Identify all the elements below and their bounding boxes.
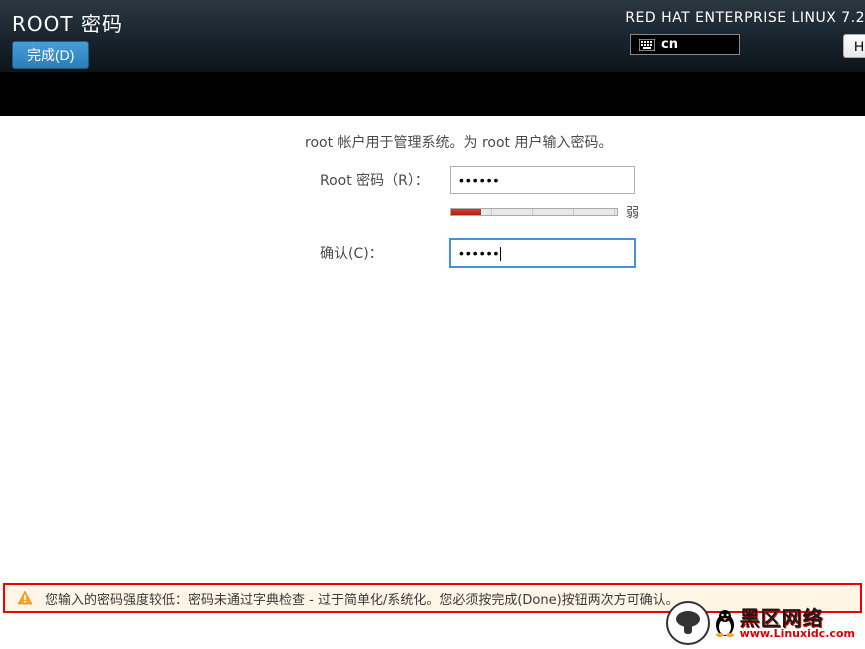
- penguin-icon: [714, 609, 736, 637]
- keyboard-layout-label: cn: [661, 37, 678, 52]
- warning-message: 您输入的密码强度较低：密码未通过字典检查 - 过于简单化/系统化。您必须按完成(…: [45, 589, 679, 608]
- main-content: root 帐户用于管理系统。为 root 用户输入密码。 Root 密码（R）：…: [0, 116, 865, 613]
- os-version-label: RED HAT ENTERPRISE LINUX 7.2: [625, 10, 865, 26]
- mushroom-logo-icon: [666, 601, 710, 645]
- watermark-text: 黑区网络 www.Linuxidc.com: [740, 608, 855, 639]
- password-strength-row: 弱: [450, 202, 845, 221]
- done-button[interactable]: 完成(D): [12, 41, 89, 69]
- keyboard-layout-selector[interactable]: cn: [630, 34, 740, 55]
- help-button[interactable]: H: [843, 34, 865, 58]
- installer-header: ROOT 密码 完成(D) RED HAT ENTERPRISE LINUX 7…: [0, 0, 865, 72]
- site-watermark: 黑区网络 www.Linuxidc.com: [666, 601, 855, 645]
- header-separator: [0, 72, 865, 116]
- intro-text: root 帐户用于管理系统。为 root 用户输入密码。: [305, 132, 845, 152]
- watermark-site-name: 黑区网络: [740, 608, 855, 628]
- confirm-label: 确认(C)：: [20, 243, 450, 263]
- keyboard-icon: [639, 39, 655, 51]
- confirm-password-input[interactable]: ••••••: [450, 239, 635, 267]
- password-label: Root 密码（R）：: [20, 170, 450, 190]
- watermark-site-url: www.Linuxidc.com: [740, 628, 855, 639]
- strength-meter-fill: [451, 209, 481, 215]
- root-password-input[interactable]: ••••••: [450, 166, 635, 194]
- password-row: Root 密码（R）： ••••••: [20, 166, 845, 194]
- warning-icon: [17, 590, 33, 606]
- strength-meter: [450, 208, 618, 216]
- text-cursor: [500, 247, 501, 261]
- confirm-row: 确认(C)： ••••••: [20, 239, 845, 267]
- strength-label: 弱: [626, 202, 639, 221]
